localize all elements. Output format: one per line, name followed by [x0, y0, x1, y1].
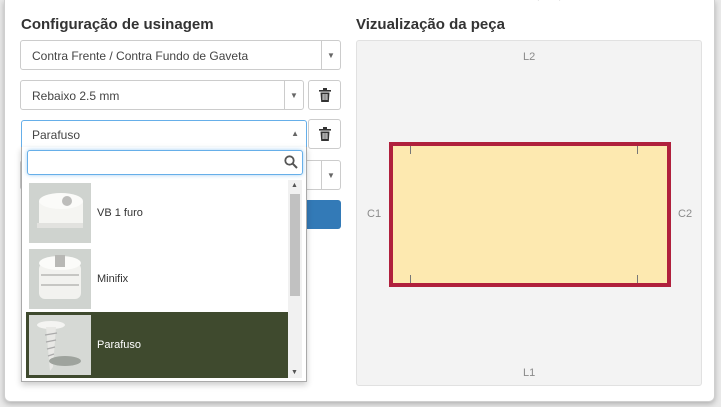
popover-notch	[537, 0, 561, 12]
chevron-down-icon[interactable]: ▼	[321, 161, 340, 189]
option-label: VB 1 furo	[97, 207, 143, 219]
vb-connector-image	[29, 183, 91, 243]
add-machining-button[interactable]	[305, 200, 341, 229]
hole-marker	[410, 275, 411, 283]
trash-icon	[318, 88, 331, 102]
delete-option-button[interactable]	[308, 80, 341, 110]
hole-marker	[637, 146, 638, 154]
minifix-image	[29, 249, 91, 309]
machining-type-value: Contra Frente / Contra Fundo de Gaveta	[32, 49, 249, 63]
edge-label-top: L2	[523, 51, 536, 63]
dropdown-scrollbar[interactable]: ▲ ▼	[288, 180, 302, 378]
config-title: Configuração de usinagem	[21, 16, 214, 33]
machining-option-value: Rebaixo 2.5 mm	[32, 89, 120, 103]
option-label: Parafuso	[97, 339, 142, 351]
piece-preview: L2 L1 C1 C2	[356, 40, 702, 386]
trash-icon	[318, 127, 331, 141]
edge-label-left: C1	[367, 208, 382, 220]
hardware-select-value: Parafuso	[32, 128, 81, 142]
machining-option-select[interactable]: Rebaixo 2.5 mm ▼	[20, 80, 304, 110]
chevron-down-icon[interactable]: ▼	[284, 81, 303, 109]
chevron-up-icon[interactable]: ▲	[291, 129, 299, 138]
dropdown-search-field[interactable]	[27, 150, 303, 175]
edge-label-bottom: L1	[523, 367, 536, 379]
option-label: Minifix	[97, 273, 129, 285]
edge-label-right: C2	[678, 208, 693, 220]
option-parafuso[interactable]: Parafuso	[26, 312, 288, 378]
hardware-select[interactable]: Parafuso ▲	[21, 120, 307, 148]
hole-marker	[637, 275, 638, 283]
dropdown-search-input[interactable]	[32, 152, 272, 173]
dropdown-options: VB 1 furo Minifix Parafuso	[26, 180, 288, 378]
machining-type-select[interactable]: Contra Frente / Contra Fundo de Gaveta ▼	[20, 40, 341, 70]
hardware-dropdown: VB 1 furo Minifix Parafuso ▲ ▼	[21, 147, 307, 382]
screw-image	[29, 315, 91, 375]
delete-hardware-button[interactable]	[308, 119, 341, 149]
piece-rectangle	[389, 142, 671, 287]
scroll-down-icon[interactable]: ▼	[291, 369, 298, 376]
hole-marker	[410, 146, 411, 154]
option-minifix[interactable]: Minifix	[26, 246, 288, 312]
chevron-down-icon[interactable]: ▼	[321, 41, 340, 69]
machining-config-modal: Configuração de usinagem Vizualização da…	[4, 0, 715, 402]
scrollbar-thumb[interactable]	[290, 194, 300, 296]
search-icon	[284, 155, 298, 169]
option-vb-1-furo[interactable]: VB 1 furo	[26, 180, 288, 246]
scroll-up-icon[interactable]: ▲	[291, 182, 298, 189]
preview-title: Vizualização da peça	[356, 16, 505, 33]
